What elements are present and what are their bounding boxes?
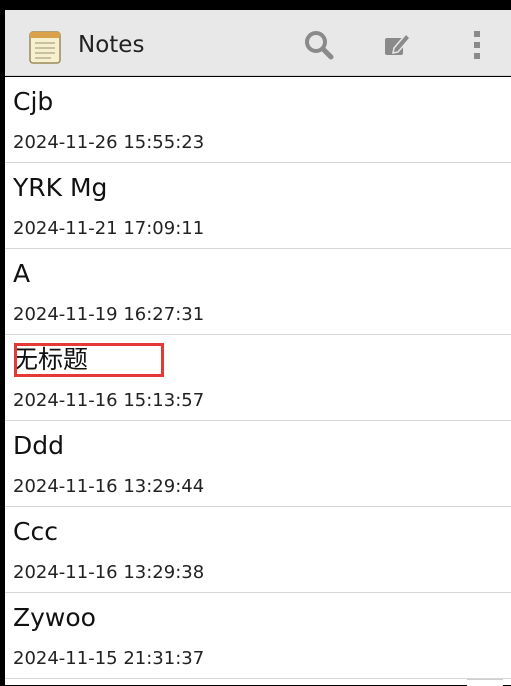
app-bar: Notes [5,10,511,76]
note-title: Cjb [13,87,54,116]
app-title: Notes [78,32,145,58]
note-title: Ddd [13,431,64,460]
note-title: Zywoo [13,603,96,632]
note-date: 2024-11-15 21:31:37 [13,648,205,669]
notes-list: Cjb 2024-11-26 15:55:23 YRK Mg 2024-11-2… [5,77,511,685]
note-title: A [13,259,31,288]
compose-icon[interactable] [380,28,414,62]
search-icon[interactable] [302,28,336,62]
note-item[interactable]: Cjb 2024-11-26 15:55:23 [5,77,511,163]
note-date: 2024-11-16 13:29:44 [13,476,205,497]
note-item[interactable]: Zywoo 2024-11-15 21:31:37 [5,593,511,679]
note-title: YRK Mg [13,173,108,202]
note-item[interactable]: YRK Mg 2024-11-21 17:09:11 [5,163,511,249]
note-date: 2024-11-19 16:27:31 [13,304,205,325]
status-bar [0,0,511,10]
highlight-box [14,343,164,377]
more-vert-icon[interactable] [460,28,494,62]
notepad-icon [28,28,62,64]
note-item[interactable]: Ccc 2024-11-16 13:29:38 [5,507,511,593]
note-item[interactable]: 无标题 2024-11-16 15:13:57 [5,335,511,421]
note-date: 2024-11-16 13:29:38 [13,562,205,583]
note-date: 2024-11-26 15:55:23 [13,132,205,153]
note-item[interactable]: A 2024-11-19 16:27:31 [5,249,511,335]
note-item[interactable]: Ddd 2024-11-16 13:29:44 [5,421,511,507]
note-date: 2024-11-16 15:13:57 [13,390,205,411]
note-date: 2024-11-21 17:09:11 [13,218,205,239]
note-title: Ccc [13,517,58,546]
